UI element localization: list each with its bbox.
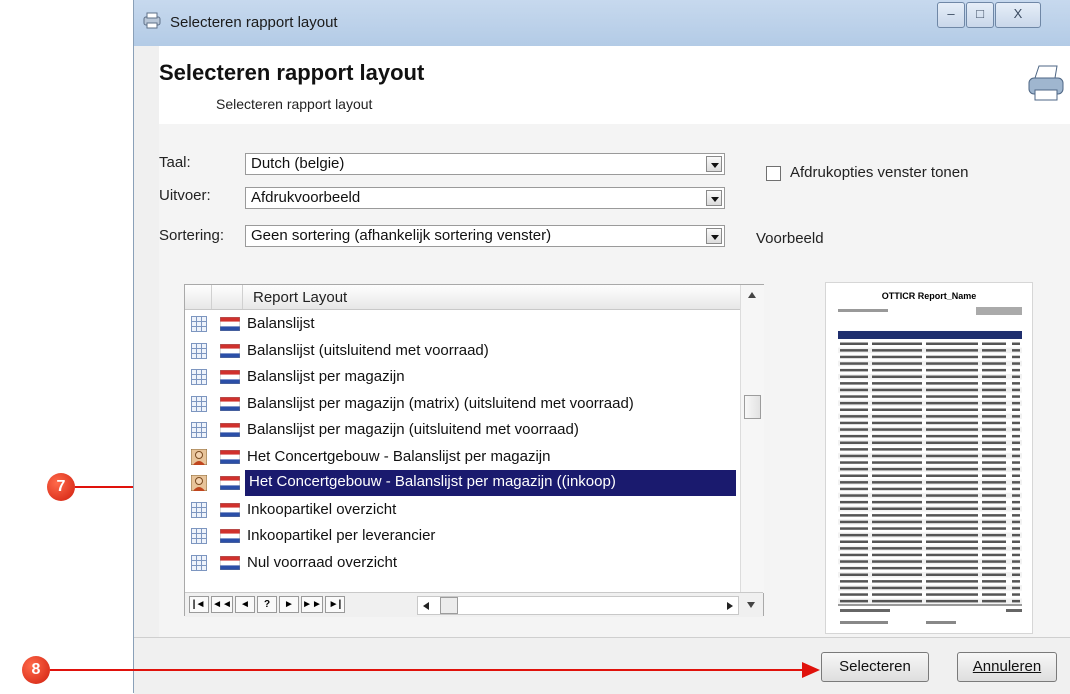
hscroll-thumb[interactable]: [440, 597, 458, 614]
chevron-down-icon[interactable]: [706, 156, 722, 172]
sortering-label: Sortering:: [159, 227, 225, 244]
dutch-flag-icon: [220, 502, 240, 517]
scroll-thumb[interactable]: [744, 395, 761, 419]
scroll-left-icon[interactable]: [422, 601, 430, 611]
grid-header: Report Layout: [185, 285, 740, 310]
dutch-flag-icon: [220, 476, 240, 490]
dutch-flag-icon: [220, 423, 240, 437]
table-row[interactable]: Nul voorraad overzicht: [185, 550, 740, 576]
header-cell-icon: [185, 285, 212, 309]
grid-icon: [191, 422, 207, 438]
taal-select[interactable]: Dutch (belgie): [245, 153, 725, 175]
nav-next-page-button[interactable]: ►►: [301, 596, 323, 613]
scroll-right-icon[interactable]: [726, 601, 734, 611]
dutch-flag-icon: [220, 529, 240, 543]
grid-icon: [191, 395, 207, 412]
row-label: Balanslijst (uitsluitend met voorraad): [247, 341, 489, 359]
header-cell-flag: [212, 285, 243, 309]
minimize-button[interactable]: –: [937, 2, 965, 28]
page-subtitle: Selecteren rapport layout: [216, 96, 373, 112]
callout-7: 7: [47, 473, 75, 501]
user-icon: [191, 448, 207, 465]
nav-last-button[interactable]: ►|: [325, 596, 345, 613]
callout-8: 8: [22, 656, 50, 684]
row-label: Balanslijst per magazijn: [247, 368, 405, 385]
grid-navigator: |◄ ◄◄ ◄ ? ► ►► ►|: [185, 592, 763, 617]
grid-icon: [191, 342, 207, 359]
row-label: Balanslijst per magazijn (uitsluitend me…: [247, 421, 579, 438]
row-label: Nul voorraad overzicht: [247, 553, 398, 571]
uitvoer-value: Afdrukvoorbeeld: [251, 189, 361, 206]
preview-thumbnail: [838, 307, 1022, 624]
grid-icon: [191, 316, 207, 332]
report-layout-grid[interactable]: Report Layout Balanslijst Balanslijst (ui…: [184, 284, 764, 617]
uitvoer-label: Uitvoer:: [159, 187, 211, 204]
grid-icon: [191, 369, 207, 385]
dutch-flag-icon: [220, 555, 240, 570]
uitvoer-select[interactable]: Afdrukvoorbeeld: [245, 187, 725, 209]
nav-next-button[interactable]: ►: [279, 596, 299, 613]
dialog-header: Selecteren rapport layout Selecteren rap…: [159, 46, 1070, 125]
table-row[interactable]: Balanslijst per magazijn (matrix) (uitsl…: [185, 391, 740, 417]
table-row[interactable]: Inkoopartikel per leverancier: [185, 523, 740, 549]
callout-8-arrow-line: [50, 669, 810, 671]
grid-icon: [191, 528, 207, 544]
title-bar: Selecteren rapport layout – □ X: [134, 0, 1070, 46]
table-row[interactable]: Balanslijst (uitsluitend met voorraad): [185, 338, 740, 364]
window-title: Selecteren rapport layout: [170, 14, 338, 31]
row-label: Inkoopartikel per leverancier: [247, 527, 436, 544]
dutch-flag-icon: [220, 317, 240, 331]
dutch-flag-icon: [220, 343, 240, 358]
dialog-body: Taal: Dutch (belgie) Uitvoer: Afdrukvoor…: [159, 124, 1070, 637]
table-row[interactable]: Het Concertgebouw - Balanslijst per maga…: [185, 444, 740, 470]
afdrukopties-checkbox[interactable]: [766, 166, 781, 181]
report-preview: OTTICR Report_Name: [825, 282, 1033, 634]
column-header-report-layout[interactable]: Report Layout: [253, 289, 347, 306]
nav-prev-button[interactable]: ◄: [235, 596, 255, 613]
row-label: Het Concertgebouw - Balanslijst per maga…: [247, 447, 551, 465]
vertical-scrollbar[interactable]: [740, 285, 764, 593]
scroll-up-icon[interactable]: [747, 291, 757, 299]
dutch-flag-icon: [220, 370, 240, 384]
select-button[interactable]: Selecteren: [821, 652, 929, 682]
dialog-window: Selecteren rapport layout – □ X Selecter…: [133, 0, 1070, 694]
dialog-footer: Selecteren Annuleren: [134, 637, 1070, 694]
chevron-down-icon[interactable]: [706, 190, 722, 206]
grid-icon: [191, 554, 207, 571]
table-row[interactable]: Het Concertgebouw - Balanslijst per maga…: [185, 470, 740, 496]
row-label: Balanslijst: [247, 315, 315, 332]
nav-prev-page-button[interactable]: ◄◄: [211, 596, 233, 613]
dutch-flag-icon: [220, 396, 240, 411]
app-icon: [143, 12, 161, 29]
sortering-value: Geen sortering (afhankelijk sortering ve…: [251, 227, 552, 244]
scroll-down-icon[interactable]: [746, 601, 756, 609]
close-button[interactable]: X: [995, 2, 1041, 28]
row-label: Balanslijst per magazijn (matrix) (uitsl…: [247, 394, 634, 412]
taal-label: Taal:: [159, 154, 191, 171]
cancel-button-label: Annuleren: [972, 658, 1042, 675]
cancel-button[interactable]: Annuleren: [957, 652, 1057, 682]
table-row[interactable]: Balanslijst per magazijn: [185, 364, 740, 390]
afdrukopties-label: Afdrukopties venster tonen: [790, 164, 969, 181]
horizontal-scrollbar[interactable]: [417, 596, 739, 615]
table-row[interactable]: Balanslijst: [185, 311, 740, 337]
taal-value: Dutch (belgie): [251, 155, 345, 172]
user-icon: [191, 475, 207, 491]
maximize-button[interactable]: □: [966, 2, 994, 28]
table-row[interactable]: Balanslijst per magazijn (uitsluitend me…: [185, 417, 740, 443]
printer-icon: [1028, 65, 1064, 101]
dutch-flag-icon: [220, 449, 240, 464]
row-label: Het Concertgebouw - Balanslijst per maga…: [245, 470, 736, 496]
page-title: Selecteren rapport layout: [159, 60, 425, 85]
callout-8-arrowhead: [802, 662, 820, 678]
preview-label: Voorbeeld: [756, 230, 824, 247]
nav-first-button[interactable]: |◄: [189, 596, 209, 613]
grid-icon: [191, 501, 207, 518]
row-label: Inkoopartikel overzicht: [247, 500, 397, 518]
nav-help-button[interactable]: ?: [257, 596, 277, 613]
chevron-down-icon[interactable]: [706, 228, 722, 244]
table-row[interactable]: Inkoopartikel overzicht: [185, 497, 740, 523]
sortering-select[interactable]: Geen sortering (afhankelijk sortering ve…: [245, 225, 725, 247]
